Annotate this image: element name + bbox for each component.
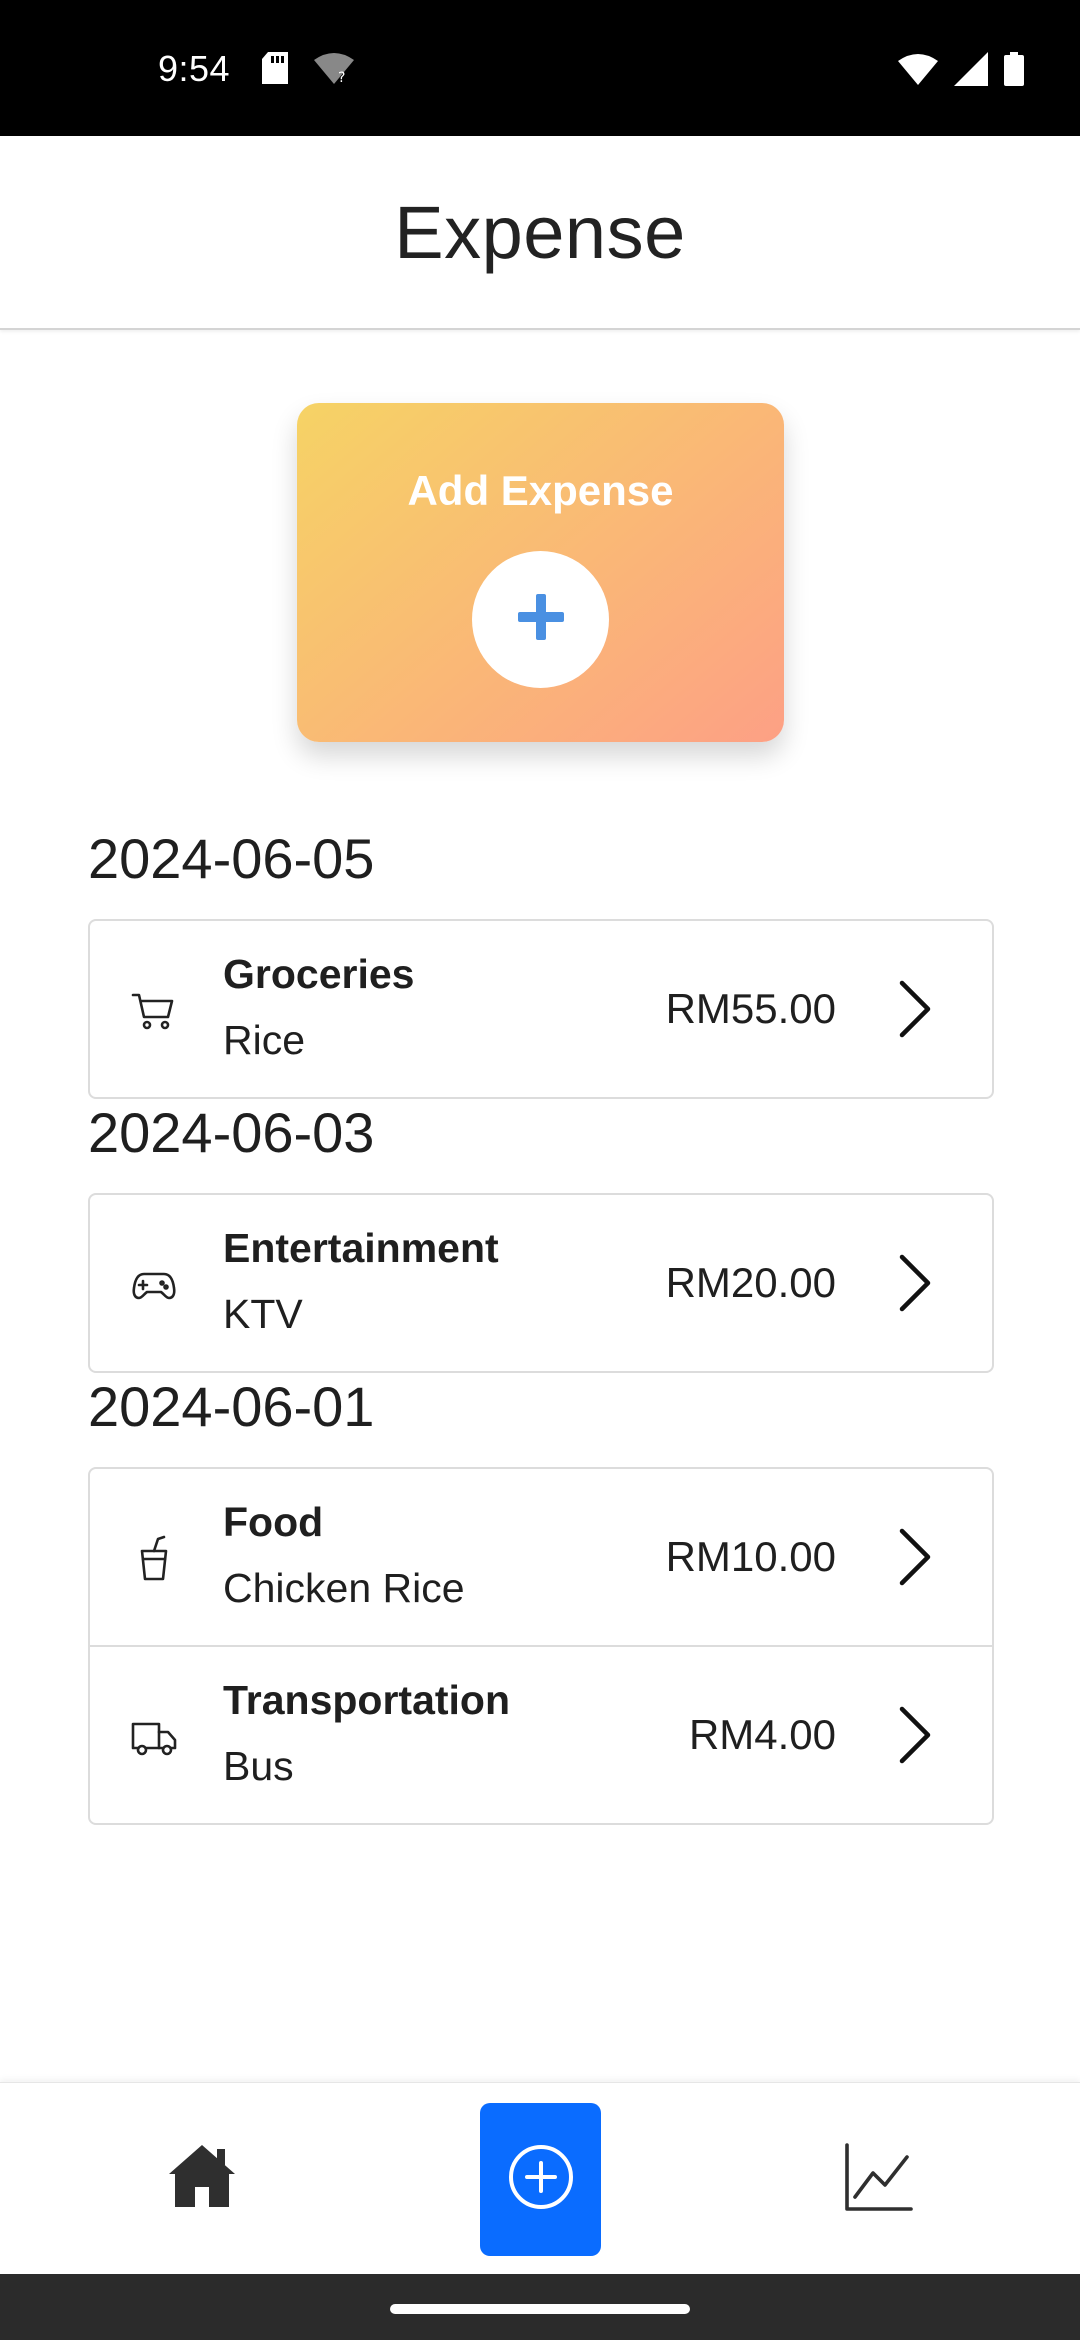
expense-note: Bus <box>223 1743 294 1789</box>
add-expense-label: Add Expense <box>407 467 674 514</box>
expense-amount: RM55.00 <box>665 985 836 1032</box>
expense-note: KTV <box>223 1291 303 1337</box>
plus-icon <box>517 594 564 645</box>
chevron-right-icon <box>894 1527 934 1587</box>
expense-category: Food <box>223 1499 324 1545</box>
nav-add-button[interactable] <box>480 2103 601 2256</box>
expense-row[interactable]: Groceries Rice RM55.00 <box>90 921 992 1097</box>
svg-text:?: ? <box>338 70 345 84</box>
expense-note: Chicken Rice <box>223 1565 465 1611</box>
expense-note: Rice <box>223 1017 306 1063</box>
chevron-right-icon <box>894 1705 934 1765</box>
add-circle-icon <box>507 2143 575 2216</box>
expense-category: Entertainment <box>223 1225 499 1271</box>
cart-icon <box>130 987 178 1035</box>
expense-amount: RM20.00 <box>665 1259 836 1306</box>
date-heading: 2024-06-03 <box>88 1101 375 1164</box>
bottom-nav <box>0 2082 1080 2275</box>
status-bar: 9:54 ? <box>0 0 1080 136</box>
add-expense-card[interactable]: Add Expense <box>297 403 784 742</box>
cup-icon <box>130 1535 178 1583</box>
chart-line-icon[interactable] <box>843 2141 915 2213</box>
expense-category: Groceries <box>223 951 415 997</box>
battery-icon <box>1004 52 1024 91</box>
wifi-unknown-icon: ? <box>314 52 354 89</box>
sd-card-icon <box>262 52 288 89</box>
chevron-right-icon <box>894 1253 934 1313</box>
date-heading: 2024-06-05 <box>88 827 375 890</box>
status-time: 9:54 <box>158 48 231 89</box>
expense-row[interactable]: Transportation Bus RM4.00 <box>90 1645 992 1823</box>
add-expense-button[interactable] <box>472 551 609 688</box>
chevron-right-icon <box>894 979 934 1039</box>
gamepad-icon <box>130 1261 178 1309</box>
truck-icon <box>130 1713 178 1761</box>
page-title: Expense <box>394 190 686 274</box>
app-header: Expense <box>0 136 1080 330</box>
signal-icon <box>954 52 988 91</box>
date-heading: 2024-06-01 <box>88 1375 375 1438</box>
system-gesture-bar <box>0 2274 1080 2340</box>
expense-amount: RM10.00 <box>665 1533 836 1580</box>
expense-group: Entertainment KTV RM20.00 <box>88 1193 994 1373</box>
wifi-icon <box>898 53 938 90</box>
expense-row[interactable]: Food Chicken Rice RM10.00 <box>90 1469 992 1645</box>
expense-group: Food Chicken Rice RM10.00 Transportation… <box>88 1467 994 1825</box>
expense-row[interactable]: Entertainment KTV RM20.00 <box>90 1195 992 1371</box>
home-icon[interactable] <box>167 2141 237 2211</box>
expense-category: Transportation <box>223 1677 511 1723</box>
expense-group: Groceries Rice RM55.00 <box>88 919 994 1099</box>
expense-amount: RM4.00 <box>688 1711 836 1758</box>
gesture-handle[interactable] <box>390 2304 690 2314</box>
